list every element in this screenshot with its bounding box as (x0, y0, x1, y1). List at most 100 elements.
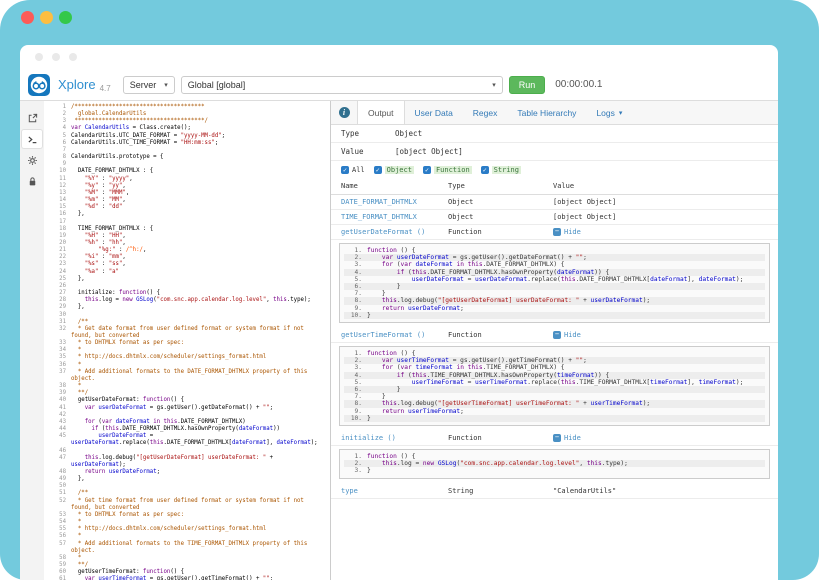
close-traffic-dot (21, 11, 34, 24)
code-line: 4var CalendarUtils = Class.create(); (44, 125, 330, 132)
results-tabs: i OutputUser DataRegexTable HierarchyLog… (331, 101, 778, 125)
result-value: [object Object] (553, 213, 778, 221)
code-line: 15 "%d" : "dd" (44, 204, 330, 211)
script-editor[interactable]: 1/**************************************… (44, 101, 331, 580)
function-source-block: 1.function () {2. var userDateFormat = g… (339, 243, 770, 323)
code-line: 22 "%i" : "mm", (44, 254, 330, 261)
type-filters: ✓All✓Object✓Function✓String (331, 161, 778, 178)
code-line: 49 }, (44, 476, 330, 483)
terminal-icon[interactable] (22, 130, 42, 148)
collapse-icon: − (553, 228, 561, 236)
code-line: 28 this.log = new GSLog("com.snc.app.cal… (44, 297, 330, 304)
tab-regex[interactable]: Regex (463, 101, 508, 124)
gear-icon[interactable] (22, 151, 42, 169)
window-dots (20, 45, 778, 69)
checkbox-checked-icon[interactable]: ✓ (481, 166, 489, 174)
code-line: 36 * (44, 362, 330, 369)
result-type: Function (448, 228, 553, 236)
xplore-logo-icon (28, 74, 50, 96)
zoom-traffic-dot (59, 11, 72, 24)
run-button[interactable]: Run (509, 76, 546, 94)
code-line: 17 (44, 219, 330, 226)
open-in-new-icon[interactable] (22, 109, 42, 127)
result-name-link[interactable]: type (341, 487, 448, 495)
code-line: 42 (44, 412, 330, 419)
function-source-block: 1.function () {2. this.log = new GSLog("… (339, 449, 770, 479)
result-value: [object Object] (553, 198, 778, 206)
result-row: TIME_FORMAT_DHTMLXObject[object Object] (331, 210, 778, 225)
hide-toggle-link[interactable]: −Hide (553, 331, 778, 339)
filter-all[interactable]: ✓All (341, 166, 365, 174)
result-value: "CalendarUtils" (553, 487, 778, 495)
code-line: 21 "%g:" : /^h:/, (44, 247, 330, 254)
code-line: 59 **/ (44, 562, 330, 569)
result-type: String (448, 487, 553, 495)
result-type: Function (448, 434, 553, 442)
filter-object[interactable]: ✓Object (374, 166, 414, 174)
checkbox-checked-icon[interactable]: ✓ (341, 166, 349, 174)
code-line: 32 * Get date format from user defined f… (44, 326, 330, 340)
tool-strip (20, 101, 44, 580)
code-line: 20 "%h" : "hh", (44, 240, 330, 247)
result-type: Function (448, 331, 553, 339)
result-name-link[interactable]: getUserDateFormat () (341, 228, 448, 236)
code-line: 54 * (44, 519, 330, 526)
code-line: 41 var userDateFormat = gs.getUser().get… (44, 405, 330, 412)
code-line: 6CalendarUtils.UTC_TIME_FORMAT = "HH:mm:… (44, 140, 330, 147)
chevron-down-icon: ▾ (164, 81, 168, 89)
result-name-link[interactable]: initialize () (341, 434, 448, 442)
code-line: 51 /** (44, 490, 330, 497)
code-line: 44 if (this.DATE_FORMAT_DHTMLX.hasOwnPro… (44, 426, 330, 433)
minimize-traffic-dot (40, 11, 53, 24)
code-line: 12 "%y" : "yy", (44, 183, 330, 190)
tab-output[interactable]: Output (357, 101, 405, 124)
tab-user-data[interactable]: User Data (405, 101, 463, 124)
code-line: 58 * (44, 555, 330, 562)
scope-select[interactable]: Global [global] ▾ (181, 76, 503, 94)
checkbox-checked-icon[interactable]: ✓ (374, 166, 382, 174)
code-line: 25 }, (44, 276, 330, 283)
filter-function[interactable]: ✓Function (423, 166, 472, 174)
result-row: getUserDateFormat ()Function−Hide (331, 225, 778, 240)
result-row: typeString"CalendarUtils" (331, 484, 778, 499)
result-type: Object (448, 213, 553, 221)
result-name-link[interactable]: DATE_FORMAT_DHTMLX (341, 198, 448, 206)
code-line: 52 * Get time format from user defined f… (44, 498, 330, 512)
code-line: 30 (44, 312, 330, 319)
lock-icon[interactable] (22, 172, 42, 190)
result-row: initialize ()Function−Hide (331, 431, 778, 446)
result-name-link[interactable]: getUserTimeFormat () (341, 331, 448, 339)
app-window: Xplore 4.7 Server ▾ Global [global] ▾ Ru… (20, 45, 778, 580)
summary-row-value: Value[object Object] (331, 143, 778, 161)
filter-string[interactable]: ✓String (481, 166, 521, 174)
decorative-frame: Xplore 4.7 Server ▾ Global [global] ▾ Ru… (0, 0, 819, 580)
execution-timer: 00:00:00.1 (555, 79, 602, 90)
filter-label: Object (385, 166, 414, 174)
traffic-lights (21, 11, 72, 24)
result-name-link[interactable]: TIME_FORMAT_DHTMLX (341, 213, 448, 221)
code-line: 3 **************************************… (44, 118, 330, 125)
checkbox-checked-icon[interactable]: ✓ (423, 166, 431, 174)
code-line: 16 }, (44, 211, 330, 218)
column-header-name: Name (341, 182, 448, 190)
code-line: 29 }, (44, 304, 330, 311)
code-line: 34 * (44, 347, 330, 354)
code-line: 14 "%m" : "MM", (44, 197, 330, 204)
hide-toggle-link[interactable]: −Hide (553, 434, 778, 442)
result-row: DATE_FORMAT_DHTMLXObject[object Object] (331, 195, 778, 210)
code-line: 7 (44, 147, 330, 154)
code-line: 56 * (44, 533, 330, 540)
hide-toggle-link[interactable]: −Hide (553, 228, 778, 236)
column-header-type: Type (448, 182, 553, 190)
code-line: 24 "%a" : "a" (44, 269, 330, 276)
code-line: 9 (44, 161, 330, 168)
info-tab[interactable]: i (331, 101, 357, 124)
code-line: 31 /** (44, 319, 330, 326)
code-line: 38 * (44, 383, 330, 390)
tab-table-hierarchy[interactable]: Table Hierarchy (507, 101, 586, 124)
function-source-block: 1.function () {2. var userTimeFormat = g… (339, 346, 770, 426)
server-select[interactable]: Server ▾ (123, 76, 175, 94)
tab-logs[interactable]: Logs▾ (586, 101, 632, 124)
chevron-down-icon: ▾ (619, 109, 623, 117)
results-pane: i OutputUser DataRegexTable HierarchyLog… (331, 101, 778, 580)
